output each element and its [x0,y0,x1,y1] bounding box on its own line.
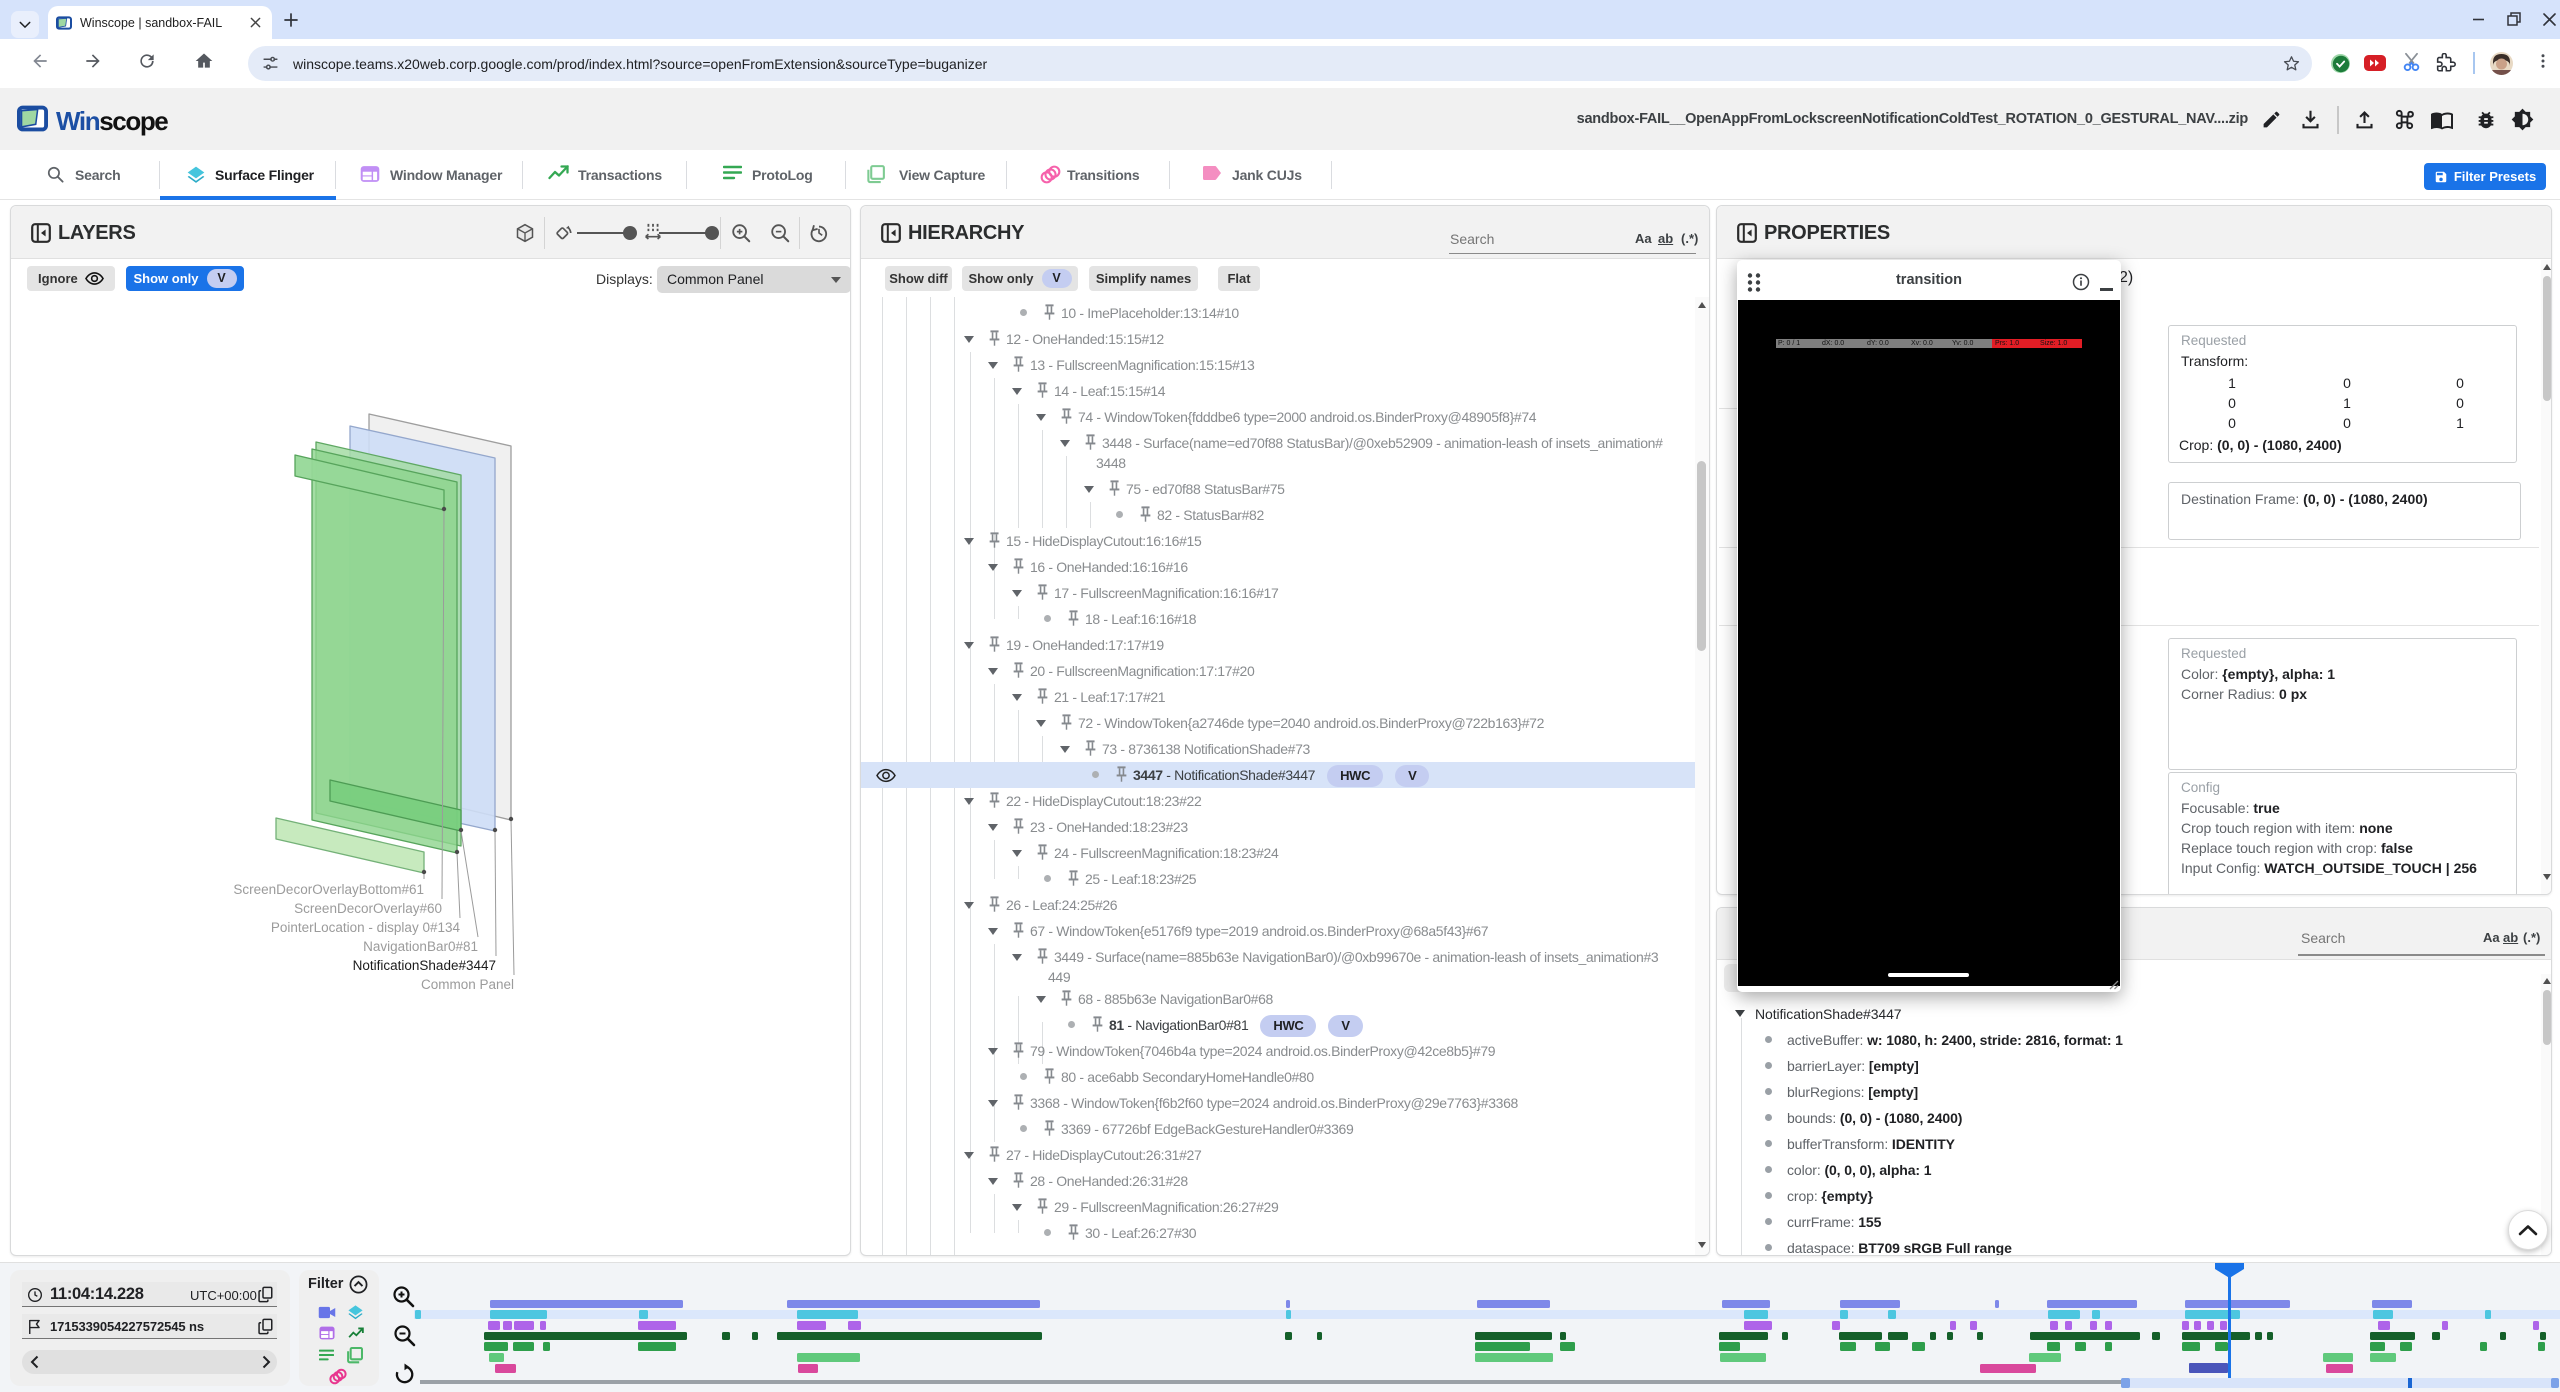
svg-text:Common Panel: Common Panel [421,977,514,992]
svg-text:NotificationShade#3447: NotificationShade#3447 [353,958,496,973]
svg-text:ScreenDecorOverlayBottom#61: ScreenDecorOverlayBottom#61 [233,882,424,897]
svg-text:PointerLocation - display 0#13: PointerLocation - display 0#134 [271,920,461,935]
svg-text:NavigationBar0#81: NavigationBar0#81 [363,939,478,954]
svg-text:ScreenDecorOverlay#60: ScreenDecorOverlay#60 [294,901,442,916]
